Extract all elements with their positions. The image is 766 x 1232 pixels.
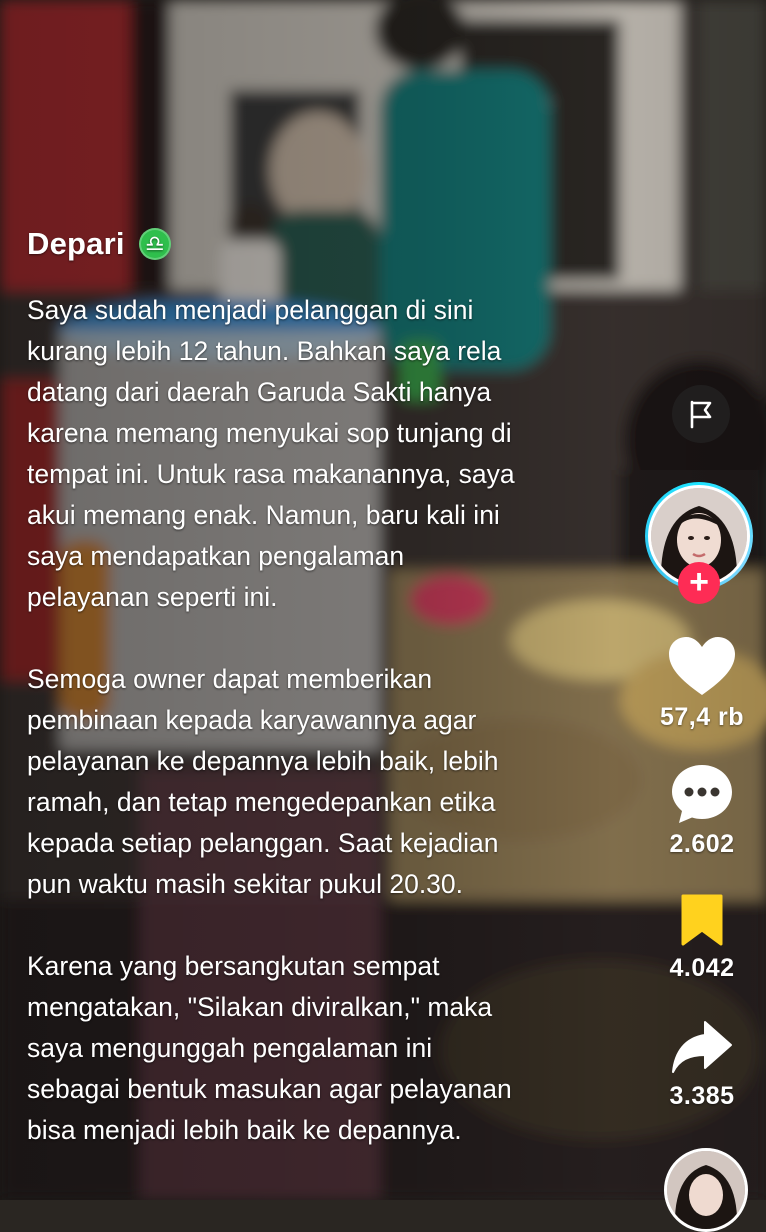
share-action[interactable]: 3.385: [642, 1018, 762, 1111]
username-row: Depari ♎: [27, 222, 607, 266]
flag-icon: [690, 400, 712, 429]
follow-plus-button[interactable]: +: [678, 562, 720, 604]
creator-avatar-button[interactable]: +: [645, 482, 759, 604]
speech-bubble-icon: [672, 765, 732, 823]
bookmark-count: 4.042: [669, 954, 735, 982]
post-caption: Depari ♎ Saya sudah menjadi pelanggan di…: [27, 222, 607, 1151]
comment-count: 2.602: [669, 830, 735, 858]
share-count: 3.385: [669, 1082, 735, 1110]
sound-disc-avatar[interactable]: [664, 1148, 748, 1232]
caption-paragraph-2: Semoga owner dapat memberikan pembinaan …: [27, 664, 499, 899]
like-action[interactable]: 57,4 rb: [642, 635, 762, 732]
report-button[interactable]: [672, 385, 730, 443]
caption-paragraph-3: Karena yang bersangkutan sempat mengatak…: [27, 951, 512, 1145]
share-arrow-icon: [672, 1021, 732, 1073]
zodiac-libra-icon: ♎: [138, 228, 171, 260]
bookmark-icon: [681, 894, 723, 946]
like-count: 57,4 rb: [659, 703, 745, 731]
comment-action[interactable]: 2.602: [642, 762, 762, 859]
sound-disc-portrait: [667, 1151, 745, 1229]
username[interactable]: Depari: [27, 226, 125, 262]
heart-icon: [669, 637, 735, 695]
bookmark-action[interactable]: 4.042: [642, 892, 762, 983]
caption-paragraph-1: Saya sudah menjadi pelanggan di sini kur…: [27, 295, 515, 612]
